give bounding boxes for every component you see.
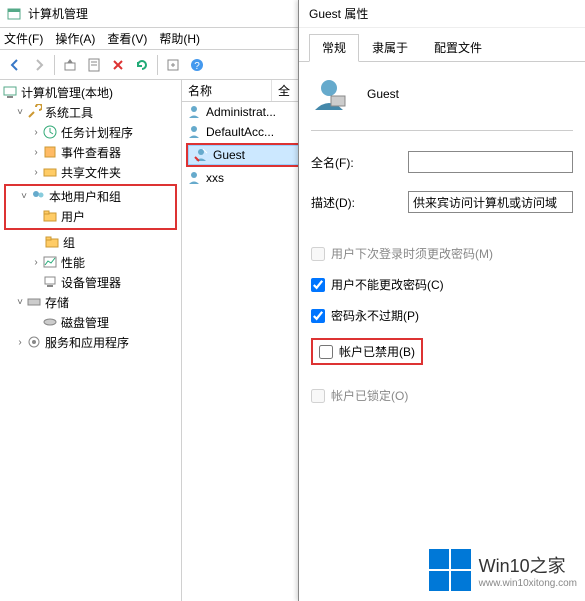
app-icon bbox=[6, 6, 22, 22]
dialog-title: Guest 属性 bbox=[299, 0, 585, 28]
computer-icon bbox=[2, 84, 18, 100]
tree-root[interactable]: 计算机管理(本地) bbox=[0, 82, 181, 102]
properties-dialog: Guest 属性 常规 隶属于 配置文件 Guest 全名(F): 描述(D):… bbox=[298, 0, 585, 601]
checkbox-never-expires[interactable] bbox=[311, 309, 325, 323]
tree-disk-management[interactable]: 磁盘管理 bbox=[0, 312, 181, 332]
services-icon bbox=[26, 334, 42, 350]
refresh-button[interactable] bbox=[131, 54, 153, 76]
expand-icon[interactable]: › bbox=[30, 147, 42, 158]
tree-groups[interactable]: 组 bbox=[0, 232, 181, 252]
users-icon bbox=[30, 188, 46, 204]
tree-storage[interactable]: ˅ 存储 bbox=[0, 292, 181, 312]
collapse-icon[interactable]: ˅ bbox=[14, 297, 26, 308]
checkbox-cannot-change[interactable] bbox=[311, 278, 325, 292]
expand-icon[interactable]: › bbox=[14, 337, 26, 348]
check-never-expires[interactable]: 密码永不过期(P) bbox=[311, 307, 573, 324]
tree-device-manager[interactable]: 设备管理器 bbox=[0, 272, 181, 292]
tab-general[interactable]: 常规 bbox=[309, 34, 359, 62]
tree-users[interactable]: 用户 bbox=[6, 206, 175, 226]
description-input[interactable] bbox=[408, 191, 573, 213]
menu-action[interactable]: 操作(A) bbox=[55, 30, 95, 47]
tools-icon bbox=[26, 104, 42, 120]
watermark: Win10之家 www.win10xitong.com bbox=[429, 549, 577, 591]
svg-text:?: ? bbox=[194, 61, 200, 72]
user-icon bbox=[186, 170, 202, 186]
separator bbox=[54, 55, 55, 75]
delete-button[interactable] bbox=[107, 54, 129, 76]
window-title: 计算机管理 bbox=[28, 5, 88, 22]
description-row: 描述(D): bbox=[311, 191, 573, 213]
expand-icon[interactable]: › bbox=[30, 167, 42, 178]
back-button[interactable] bbox=[4, 54, 26, 76]
folder-icon bbox=[42, 208, 58, 224]
highlighted-tree-group: ˅ 本地用户和组 用户 bbox=[4, 184, 177, 230]
user-name-label: Guest bbox=[367, 87, 399, 101]
export-button[interactable] bbox=[162, 54, 184, 76]
tree-shared-folders[interactable]: › 共享文件夹 bbox=[0, 162, 181, 182]
user-icon bbox=[186, 104, 202, 120]
checkbox-account-disabled[interactable] bbox=[319, 345, 333, 359]
tree-local-users-groups[interactable]: ˅ 本地用户和组 bbox=[6, 186, 175, 206]
tab-profile[interactable]: 配置文件 bbox=[421, 34, 495, 61]
menu-help[interactable]: 帮助(H) bbox=[159, 30, 200, 47]
tab-member-of[interactable]: 隶属于 bbox=[359, 34, 421, 61]
collapse-icon[interactable]: ˅ bbox=[18, 191, 30, 202]
expand-icon[interactable]: › bbox=[30, 127, 42, 138]
forward-button[interactable] bbox=[28, 54, 50, 76]
checkbox-must-change bbox=[311, 247, 325, 261]
storage-icon bbox=[26, 294, 42, 310]
tab-strip: 常规 隶属于 配置文件 bbox=[299, 28, 585, 62]
up-button[interactable] bbox=[59, 54, 81, 76]
disk-icon bbox=[42, 314, 58, 330]
fullname-row: 全名(F): bbox=[311, 151, 573, 173]
user-header: Guest bbox=[311, 76, 573, 131]
checkbox-locked bbox=[311, 389, 325, 403]
book-icon bbox=[42, 144, 58, 160]
check-locked: 帐户已锁定(O) bbox=[311, 387, 573, 404]
perf-icon bbox=[42, 254, 58, 270]
menu-file[interactable]: 文件(F) bbox=[4, 30, 43, 47]
fullname-input[interactable] bbox=[408, 151, 573, 173]
user-disabled-icon bbox=[193, 147, 209, 163]
check-must-change: 用户下次登录时须更改密码(M) bbox=[311, 245, 573, 262]
clock-icon bbox=[42, 124, 58, 140]
tree-system-tools[interactable]: ˅ 系统工具 bbox=[0, 102, 181, 122]
highlighted-check-disabled: 帐户已禁用(B) bbox=[311, 338, 573, 379]
help-button[interactable]: ? bbox=[186, 54, 208, 76]
share-icon bbox=[42, 164, 58, 180]
description-label: 描述(D): bbox=[311, 194, 408, 211]
tree-event-viewer[interactable]: › 事件查看器 bbox=[0, 142, 181, 162]
user-icon bbox=[186, 124, 202, 140]
user-avatar-icon bbox=[311, 76, 347, 112]
tree-services-apps[interactable]: › 服务和应用程序 bbox=[0, 332, 181, 352]
fullname-label: 全名(F): bbox=[311, 154, 408, 171]
dialog-body: Guest 全名(F): 描述(D): 用户下次登录时须更改密码(M) 用户不能… bbox=[299, 62, 585, 432]
watermark-text: Win10之家 www.win10xitong.com bbox=[479, 552, 577, 589]
windows-logo-icon bbox=[429, 549, 471, 591]
check-cannot-change[interactable]: 用户不能更改密码(C) bbox=[311, 276, 573, 293]
collapse-icon[interactable]: ˅ bbox=[14, 107, 26, 118]
tree-pane: 计算机管理(本地) ˅ 系统工具 › 任务计划程序 › 事件查看器 › 共享文件… bbox=[0, 80, 182, 601]
device-icon bbox=[42, 274, 58, 290]
menu-view[interactable]: 查看(V) bbox=[107, 30, 147, 47]
col-name[interactable]: 名称 bbox=[182, 80, 272, 101]
separator bbox=[157, 55, 158, 75]
check-account-disabled[interactable]: 帐户已禁用(B) bbox=[311, 338, 423, 365]
tree-task-scheduler[interactable]: › 任务计划程序 bbox=[0, 122, 181, 142]
tree-performance[interactable]: › 性能 bbox=[0, 252, 181, 272]
folder-icon bbox=[44, 234, 60, 250]
expand-icon[interactable]: › bbox=[30, 257, 42, 268]
properties-button[interactable] bbox=[83, 54, 105, 76]
